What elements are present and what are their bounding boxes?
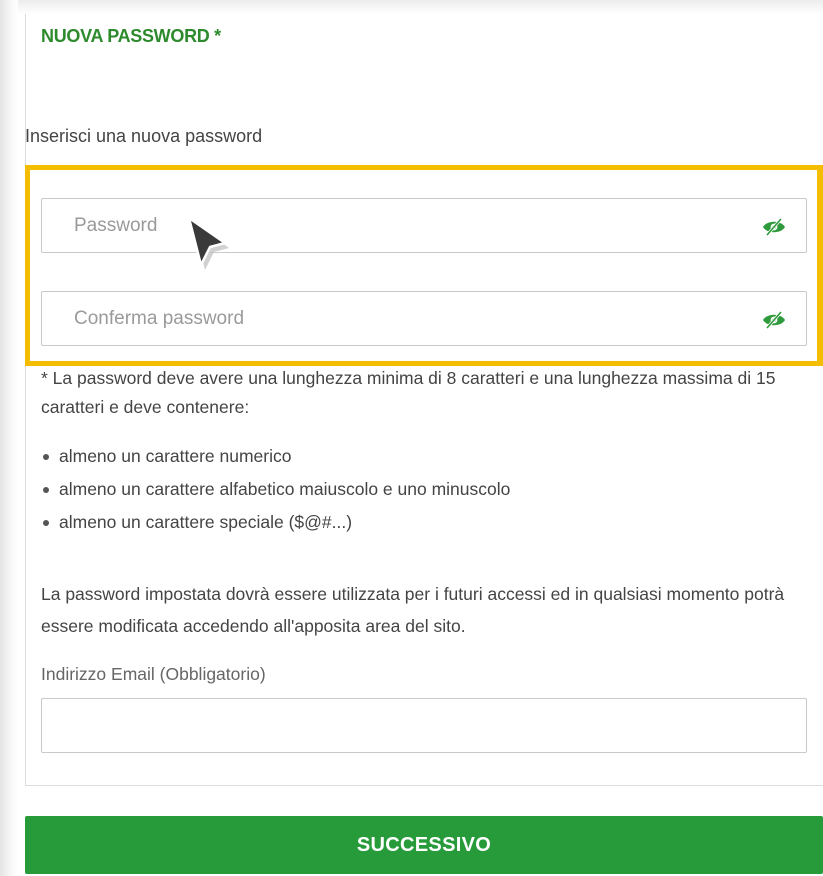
top-shadow (0, 0, 823, 14)
email-label: Indirizzo Email (Obbligatorio) (41, 664, 266, 684)
list-item: almeno un carattere speciale ($@#...) (41, 506, 510, 539)
info-text: La password impostata dovrà essere utili… (41, 584, 785, 636)
mouse-cursor-icon (187, 216, 229, 270)
requirements-note: * La password deve avere una lunghezza m… (41, 368, 776, 417)
list-item: almeno un carattere numerico (41, 440, 510, 473)
left-shadow (0, 0, 18, 876)
subtitle: Inserisci una nuova password (25, 126, 263, 146)
highlight-box (25, 165, 823, 366)
section-title: NUOVA PASSWORD * (41, 26, 221, 46)
requirements-list: almeno un carattere numerico almeno un c… (41, 440, 510, 539)
list-item: almeno un carattere alfabetico maiuscolo… (41, 473, 510, 506)
next-button[interactable]: SUCCESSIVO (25, 816, 823, 874)
next-button-label: SUCCESSIVO (356, 833, 492, 856)
email-field[interactable] (41, 698, 807, 753)
